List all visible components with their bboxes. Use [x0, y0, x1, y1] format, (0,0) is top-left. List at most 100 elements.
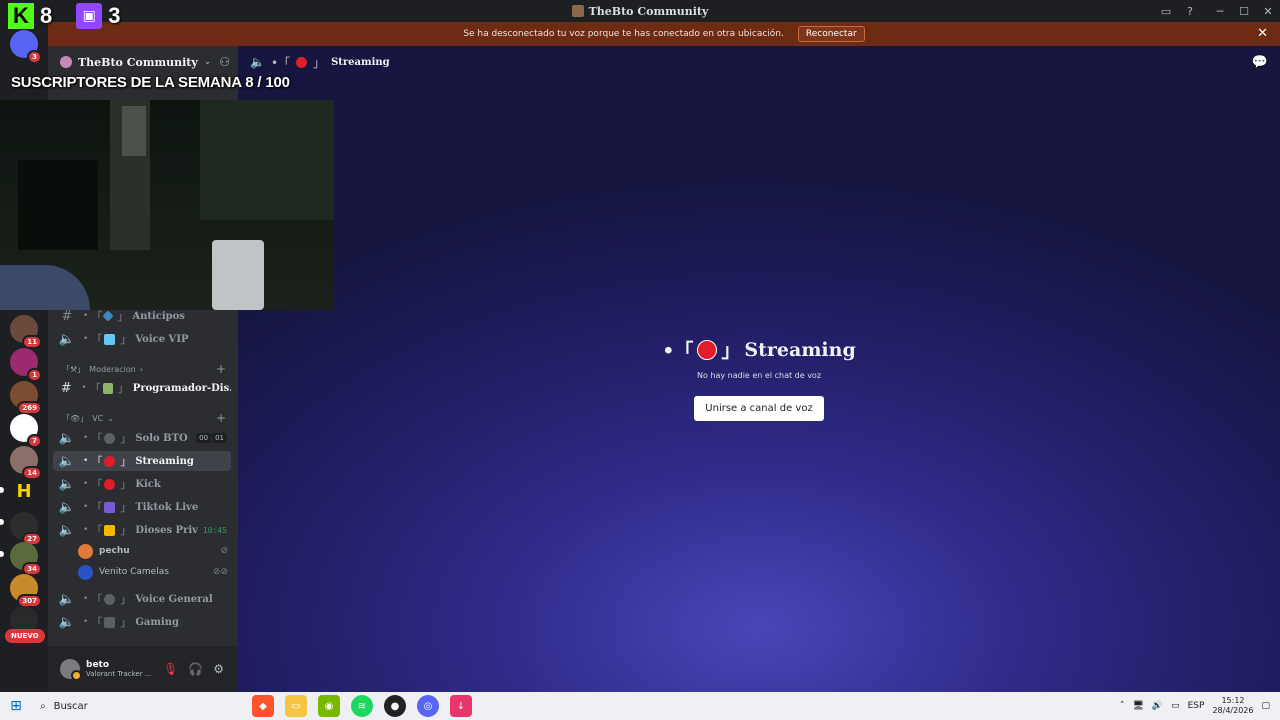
webcam-overlay	[0, 100, 334, 310]
title-bar: TheBto Community ▭ ? ─ ☐ ✕	[0, 0, 1280, 22]
dm-home-button[interactable]: 3	[10, 30, 42, 64]
server-icon[interactable]: H	[10, 478, 38, 506]
close-window-button[interactable]: ✕	[1256, 0, 1280, 22]
reconnect-button[interactable]: Reconectar	[797, 26, 865, 42]
app-icon[interactable]: ↓	[450, 695, 472, 717]
follower-counters: K 8 ▣ 3	[8, 3, 139, 29]
server-icon[interactable]: 7	[10, 414, 42, 448]
chevron-down-icon: ⌄	[107, 413, 114, 423]
bracket: 」	[117, 310, 129, 323]
clock-date: 28/4/2026	[1212, 706, 1254, 715]
channel-tiktok-live[interactable]: 🔈 • 「 」 Tiktok Live	[53, 497, 231, 517]
search-placeholder: Buscar	[53, 700, 88, 712]
user-status: Valorant Tracker ...	[86, 670, 152, 678]
channel-solo-bto[interactable]: 🔈 • 「 」 Solo BTO 00 01	[53, 428, 231, 448]
red-circle-icon	[104, 478, 116, 490]
bracket: 「	[91, 333, 103, 346]
server-icon[interactable]: 14	[10, 446, 42, 480]
channel-voice-general[interactable]: 🔈 • 「 」 Voice General	[53, 589, 231, 609]
app-icon[interactable]: ●	[384, 695, 406, 717]
user-limit: 01	[212, 433, 227, 443]
brave-browser-icon[interactable]: ◆	[252, 695, 274, 717]
user-avatar[interactable]	[60, 659, 82, 681]
server-badge: 7	[27, 434, 42, 448]
taskbar-search[interactable]: ⌕ Buscar	[32, 693, 222, 719]
unread-pip	[0, 551, 4, 557]
channel-streaming[interactable]: 🔈 • 「 」 Streaming	[53, 451, 231, 471]
red-circle-icon	[104, 455, 116, 467]
windows-start-icon[interactable]: ⊞	[0, 698, 32, 714]
speaker-icon: 🔈	[58, 430, 76, 446]
header-channel-name: Streaming	[331, 56, 390, 68]
bracket: 」	[120, 616, 132, 629]
server-icon[interactable]: 11	[10, 315, 42, 349]
picture-icon	[102, 382, 113, 394]
unread-pip	[0, 519, 4, 525]
close-icon[interactable]: ✕	[1257, 26, 1268, 41]
bracket: 」	[120, 593, 132, 606]
invite-people-icon[interactable]: ⚇	[219, 55, 230, 69]
clock-time: 15:12	[1221, 696, 1245, 705]
help-icon[interactable]: ?	[1178, 0, 1202, 22]
create-channel-icon[interactable]: +	[216, 362, 226, 376]
join-voice-button[interactable]: Unirse a canal de voz	[694, 396, 824, 421]
server-icon[interactable]: 307	[10, 574, 42, 608]
channel-label: Tiktok Live	[135, 501, 199, 513]
taskbar-apps: ◆ ▭ ◉ ≋ ● ◎ ↓	[252, 695, 472, 717]
windows-taskbar: ⊞ ⌕ Buscar ◆ ▭ ◉ ≋ ● ◎ ↓ ˄ 🖥 🔊 ▭ ESP 15:…	[0, 692, 1280, 720]
mic-muted-icon[interactable]: 🎙	[163, 662, 178, 676]
taskbar-clock[interactable]: 15:12 28/4/2026	[1212, 696, 1253, 716]
server-icon[interactable]: 1	[10, 348, 42, 382]
bracket: 「	[91, 310, 103, 323]
voice-user[interactable]: Venito Camelas ⊘⊘	[78, 563, 228, 581]
bullet: •	[83, 617, 89, 627]
red-circle-icon	[296, 56, 308, 68]
headphones-icon[interactable]: 🎧	[188, 662, 203, 676]
inbox-icon[interactable]: ▭	[1154, 0, 1178, 22]
battery-icon[interactable]: ▭	[1171, 701, 1180, 711]
nvidia-icon[interactable]: ◉	[318, 695, 340, 717]
file-explorer-icon[interactable]: ▭	[285, 695, 307, 717]
notifications-icon[interactable]: ▢	[1261, 701, 1270, 711]
category-moderacion[interactable]: 「⚒」 Moderacion › +	[62, 362, 226, 376]
server-icon[interactable]: 34	[10, 542, 42, 576]
bracket: 「	[89, 382, 101, 395]
discord-icon[interactable]: ◎	[417, 695, 439, 717]
server-name: TheBto Community	[78, 55, 198, 69]
server-icon[interactable]: 27	[10, 512, 42, 546]
new-servers-badge[interactable]: NUEVO	[5, 629, 45, 643]
person-icon	[104, 593, 116, 605]
channel-kick[interactable]: 🔈 • 「 」 Kick	[53, 474, 231, 494]
input-language[interactable]: ESP	[1188, 701, 1205, 711]
banner-message: Se ha desconectado tu voz porque te has …	[463, 29, 784, 39]
twitch-logo-icon: ▣	[76, 3, 103, 29]
user-info[interactable]: beto Valorant Tracker ...	[86, 660, 152, 678]
voice-user-name: pechu	[99, 546, 130, 556]
minimize-button[interactable]: ─	[1208, 0, 1232, 22]
lightning-icon	[104, 524, 116, 536]
bracket: 」	[313, 55, 326, 70]
gear-icon[interactable]: ⚙	[213, 662, 224, 676]
spotify-icon[interactable]: ≋	[351, 695, 373, 717]
bullet: •	[83, 594, 89, 604]
channel-dioses-priv[interactable]: 🔈 • 「 」 Dioses Priv 10:45	[53, 520, 231, 540]
deafened-icon: ⊘⊘	[212, 567, 228, 577]
bracket: 」	[120, 432, 132, 445]
maximize-button[interactable]: ☐	[1232, 0, 1256, 22]
create-channel-icon[interactable]: +	[216, 411, 226, 425]
volume-icon[interactable]: 🔊	[1152, 701, 1163, 711]
server-icon[interactable]: 269	[10, 381, 42, 415]
avatar	[78, 564, 93, 580]
channel-gaming[interactable]: 🔈 • 「 」 Gaming	[53, 612, 231, 632]
chat-bubble-icon[interactable]: 💬	[1252, 55, 1268, 70]
category-vc[interactable]: 「👁」 VC ⌄ +	[62, 411, 226, 425]
channel-voice-vip[interactable]: 🔈 • 「 」 Voice VIP	[53, 329, 231, 349]
bracket: 」	[721, 340, 741, 362]
chevron-up-icon[interactable]: ˄	[1120, 701, 1125, 711]
channel-label: Solo BTO	[135, 432, 188, 444]
channel-programador[interactable]: # • 「 」 Programador-Dis...	[53, 378, 231, 398]
bracket: 「	[91, 478, 103, 491]
network-icon[interactable]: 🖥	[1132, 701, 1143, 711]
speaker-icon: 🔈	[58, 331, 76, 347]
voice-user[interactable]: pechu ⊘	[78, 542, 228, 560]
